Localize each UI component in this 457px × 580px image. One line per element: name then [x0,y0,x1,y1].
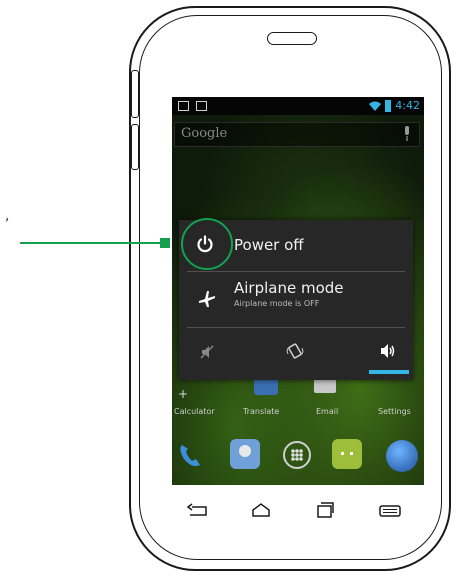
annotation-highlight-circle [181,218,233,270]
mic-icon[interactable] [402,126,412,142]
recent-apps-icon[interactable] [316,501,334,519]
home-icon[interactable] [250,502,272,518]
browser-icon[interactable] [386,440,418,472]
calculator-plus-icon: + [178,387,189,401]
status-bar: 4:42 [172,97,424,115]
phone-icon[interactable] [176,441,206,471]
phone-screen: 4:42 Google + Calculator Translate Email… [172,97,424,485]
annotation-pointer-line [20,242,164,244]
airplane-icon [199,291,215,307]
status-time: 4:42 [395,99,420,112]
messaging-icon[interactable] [332,439,362,469]
airplane-mode-item[interactable]: Airplane mode Airplane mode is OFF [179,272,413,326]
back-icon[interactable] [186,503,208,519]
volume-down-button[interactable] [131,124,139,170]
vibrate-icon[interactable] [286,342,304,360]
power-off-label: Power off [234,236,304,254]
sound-on-icon[interactable] [379,343,397,359]
app-label-settings[interactable]: Settings [378,407,411,416]
earpiece-speaker [267,32,317,45]
airplane-mode-label: Airplane mode [234,279,344,297]
google-label: Google [181,126,228,141]
battery-icon [385,100,391,112]
silent-icon[interactable] [199,344,215,360]
menu-icon[interactable] [378,504,402,518]
notification-image-icon [178,101,189,111]
app-label-translate[interactable]: Translate [243,407,279,416]
app-label-calculator[interactable]: Calculator [174,407,215,416]
selected-sound-indicator [369,370,409,374]
app-drawer-icon[interactable] [283,441,311,469]
annotation-pointer-head [160,238,170,248]
volume-up-button[interactable] [131,70,139,118]
left-caption-mark: , [5,208,10,224]
contacts-icon[interactable] [230,439,260,469]
app-label-email[interactable]: Email [316,407,338,416]
google-search-bar[interactable]: Google [174,122,420,147]
notification-calendar-icon [196,101,207,111]
dialog-divider [187,327,405,328]
airplane-mode-status: Airplane mode is OFF [234,299,320,308]
wifi-icon [369,101,381,111]
